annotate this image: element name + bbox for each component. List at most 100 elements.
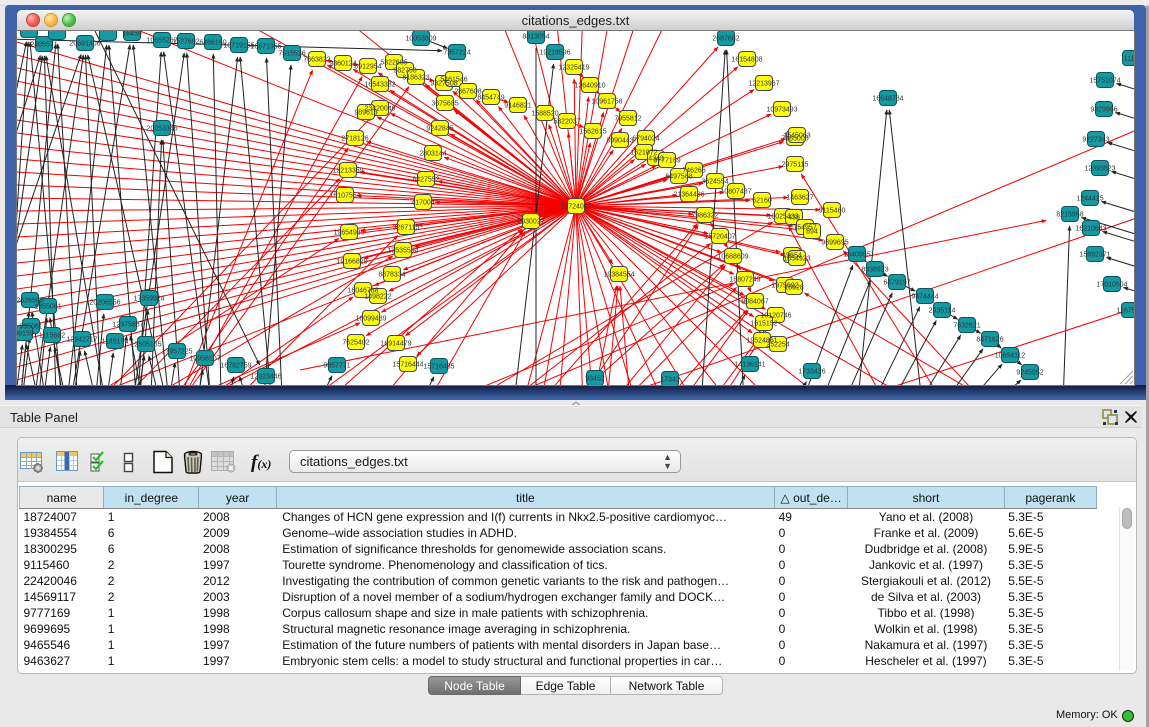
svg-text:8471626: 8471626 xyxy=(976,337,1003,344)
svg-text:7625402: 7625402 xyxy=(342,340,369,347)
svg-text:16154808: 16154808 xyxy=(731,57,762,64)
svg-text:2975115: 2975115 xyxy=(782,162,809,169)
svg-text:9474444: 9474444 xyxy=(911,294,938,301)
svg-text:16914479: 16914479 xyxy=(380,341,411,348)
svg-text:1167533: 1167533 xyxy=(1117,308,1134,315)
svg-text:7986322: 7986322 xyxy=(691,213,718,220)
svg-text:9860124: 9860124 xyxy=(329,61,356,68)
svg-text:1355061: 1355061 xyxy=(34,304,61,311)
svg-text:16210643: 16210643 xyxy=(1075,226,1106,233)
svg-text:12213369: 12213369 xyxy=(332,168,363,175)
svg-text:1640955: 1640955 xyxy=(843,252,870,259)
svg-text:5322037: 5322037 xyxy=(553,119,580,126)
svg-text:7955812: 7955812 xyxy=(614,116,641,123)
svg-text:2935114: 2935114 xyxy=(929,308,956,315)
svg-text:13640910: 13640910 xyxy=(574,83,605,90)
svg-text:982750: 982750 xyxy=(393,68,416,75)
svg-text:17342: 17342 xyxy=(660,377,680,384)
svg-text:16782759: 16782759 xyxy=(220,363,251,370)
svg-text:438: 438 xyxy=(788,215,800,222)
svg-text:2718126: 2718126 xyxy=(341,136,368,143)
svg-text:17957225: 17957225 xyxy=(161,349,192,356)
svg-text:14136141: 14136141 xyxy=(734,362,765,369)
svg-text:10973493: 10973493 xyxy=(766,107,797,114)
svg-text:1545063: 1545063 xyxy=(783,133,810,140)
svg-text:19384554: 19384554 xyxy=(603,272,634,279)
svg-text:39159: 39159 xyxy=(17,331,34,338)
svg-text:15716485: 15716485 xyxy=(423,364,454,371)
svg-text:17359924: 17359924 xyxy=(133,296,164,303)
svg-text:3675685: 3675685 xyxy=(431,101,458,108)
svg-text:15720407: 15720407 xyxy=(704,234,735,241)
svg-text:7663822: 7663822 xyxy=(303,57,330,64)
svg-text:20691406: 20691406 xyxy=(69,41,100,48)
svg-text:9242845: 9242845 xyxy=(426,126,453,133)
svg-text:10688609: 10688609 xyxy=(717,254,748,261)
svg-text:9245052: 9245052 xyxy=(1016,370,1043,377)
svg-text:10807487: 10807487 xyxy=(720,189,751,196)
svg-text:20206556: 20206556 xyxy=(89,300,120,307)
svg-text:10654112: 10654112 xyxy=(995,353,1026,360)
svg-text:8912954: 8912954 xyxy=(354,64,381,71)
svg-text:62160: 62160 xyxy=(752,198,772,205)
svg-text:12942717: 12942717 xyxy=(66,337,97,344)
svg-text:6794024: 6794024 xyxy=(632,136,659,143)
svg-text:2687682: 2687682 xyxy=(712,36,739,43)
svg-text:12505135: 12505135 xyxy=(130,342,161,349)
svg-text:8454749: 8454749 xyxy=(477,95,504,102)
svg-text:12975887: 12975887 xyxy=(112,322,143,329)
svg-text:1527602: 1527602 xyxy=(172,39,199,46)
svg-text:1244415: 1244415 xyxy=(1076,196,1103,203)
svg-text:7515526: 7515526 xyxy=(278,51,305,58)
svg-text:2803144: 2803144 xyxy=(419,151,446,158)
svg-text:12923446: 12923446 xyxy=(250,374,281,381)
svg-text:16107554: 16107554 xyxy=(329,193,360,200)
svg-text:13535594: 13535594 xyxy=(387,248,418,255)
svg-text:417004: 417004 xyxy=(411,200,434,207)
svg-text:10120746: 10120746 xyxy=(760,313,791,320)
svg-text:1588520: 1588520 xyxy=(531,111,558,118)
svg-text:1498222: 1498222 xyxy=(364,294,391,301)
svg-text:9699695: 9699695 xyxy=(821,240,848,247)
svg-text:9084067: 9084067 xyxy=(741,299,768,306)
svg-text:2930027: 2930027 xyxy=(517,219,544,226)
svg-text:1733426: 1733426 xyxy=(798,369,825,376)
svg-text:19166829: 19166829 xyxy=(336,259,367,266)
svg-text:7632621: 7632621 xyxy=(953,323,980,330)
svg-text:16648784: 16648784 xyxy=(872,96,903,103)
svg-text:12325419: 12325419 xyxy=(558,65,589,72)
svg-text:8990443: 8990443 xyxy=(606,138,633,145)
svg-text:1562615: 1562615 xyxy=(579,129,606,136)
svg-text:16928: 16928 xyxy=(784,285,804,292)
svg-text:6497568: 6497568 xyxy=(665,174,692,181)
svg-text:9227343: 9227343 xyxy=(1082,137,1109,144)
svg-text:8427552: 8427552 xyxy=(412,177,439,184)
svg-text:252254: 252254 xyxy=(766,342,789,349)
svg-text:19654985: 19654985 xyxy=(333,230,364,237)
svg-text:16671355: 16671355 xyxy=(250,44,281,51)
svg-text:1115682: 1115682 xyxy=(39,333,65,340)
svg-text:1112: 1112 xyxy=(1124,56,1134,63)
svg-text:8215958: 8215958 xyxy=(1056,212,1083,219)
svg-text:16543382: 16543382 xyxy=(364,82,395,89)
svg-text:3624554: 3624554 xyxy=(701,179,728,186)
svg-text:3267115: 3267115 xyxy=(393,225,420,232)
svg-text:1463627: 1463627 xyxy=(786,195,813,202)
svg-text:8878334: 8878334 xyxy=(378,272,405,279)
svg-text:19218596: 19218596 xyxy=(539,50,570,57)
svg-text:10958107: 10958107 xyxy=(189,356,220,363)
svg-text:93452: 93452 xyxy=(585,376,605,383)
svg-text:935061: 935061 xyxy=(19,324,42,331)
svg-text:10053809: 10053809 xyxy=(405,36,436,43)
svg-text:7357224: 7357224 xyxy=(443,50,470,57)
svg-text:15751074: 15751074 xyxy=(1089,78,1120,85)
svg-text:18724007: 18724007 xyxy=(560,204,591,211)
svg-text:15716444: 15716444 xyxy=(392,362,423,369)
svg-text:1654923: 1654923 xyxy=(783,256,810,263)
svg-text:17010504: 17010504 xyxy=(1096,282,1127,289)
svg-text:5461546: 5461546 xyxy=(440,77,467,84)
svg-text:8186323: 8186323 xyxy=(402,75,429,82)
svg-text:16459: 16459 xyxy=(122,31,142,38)
svg-text:1145194: 1145194 xyxy=(102,339,129,346)
svg-text:15692371: 15692371 xyxy=(1079,252,1110,259)
